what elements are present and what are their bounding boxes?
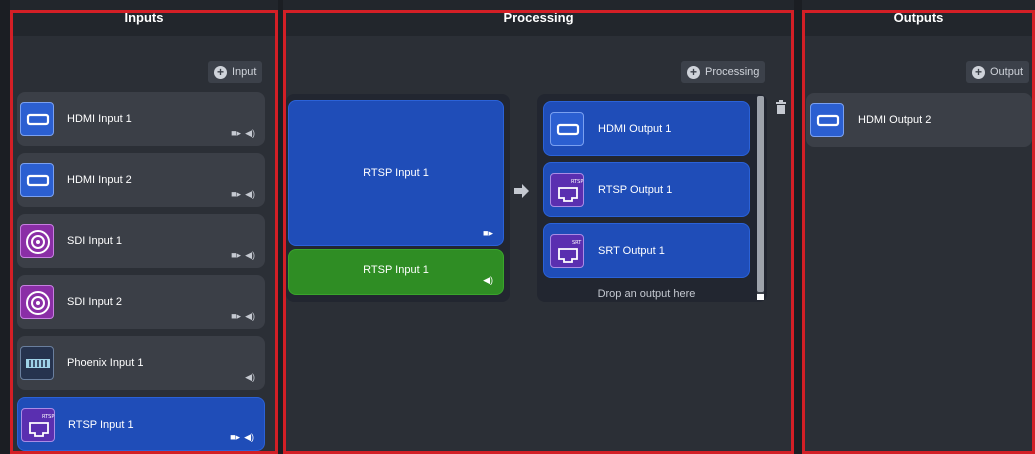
processing-output-rtsp-1[interactable]: RTSP RTSP Output 1 xyxy=(543,162,750,217)
add-output-label: Output xyxy=(990,66,1024,78)
speaker-icon: ◀) xyxy=(244,432,254,442)
av-badges: ■▸ ◀) xyxy=(231,189,255,200)
phoenix-icon xyxy=(20,346,54,380)
input-card-phoenix-1[interactable]: Phoenix Input 1 ◀) xyxy=(17,336,265,390)
drop-output-hint[interactable]: Drop an output here xyxy=(543,288,750,300)
speaker-icon: ◀) xyxy=(245,189,255,199)
input-card-sdi-1[interactable]: SDI Input 1 ■▸ ◀) xyxy=(17,214,265,268)
processing-output-srt-1[interactable]: SRT SRT Output 1 xyxy=(543,223,750,278)
add-input-label: Input xyxy=(232,66,257,78)
hdmi-icon xyxy=(20,163,54,197)
speaker-icon: ◀) xyxy=(245,311,255,321)
video-camera-icon: ■▸ xyxy=(483,228,493,238)
add-processing-button[interactable]: + Processing xyxy=(681,61,766,83)
video-source-label: RTSP Input 1 xyxy=(363,167,429,179)
scrollbar-end xyxy=(757,294,764,300)
plus-icon: + xyxy=(214,65,227,79)
add-output-button[interactable]: + Output xyxy=(966,61,1030,83)
input-label: RTSP Input 1 xyxy=(68,419,134,431)
speaker-icon: ◀) xyxy=(483,275,493,285)
rtsp-tag: RTSP xyxy=(42,414,54,420)
hdmi-icon xyxy=(550,112,584,146)
scrollbar-thumb[interactable] xyxy=(757,96,764,292)
processing-output-hdmi-1[interactable]: HDMI Output 1 xyxy=(543,101,750,156)
trash-icon[interactable] xyxy=(775,100,787,119)
input-label: HDMI Input 1 xyxy=(67,113,132,125)
audio-source-card[interactable]: RTSP Input 1 ◀) xyxy=(288,249,504,295)
hdmi-icon xyxy=(810,103,844,137)
av-badges: ■▸ ◀) xyxy=(230,432,254,443)
output-label: SRT Output 1 xyxy=(598,245,665,257)
srt-icon: SRT xyxy=(550,234,584,268)
speaker-icon: ◀) xyxy=(245,128,255,138)
video-camera-icon: ■▸ xyxy=(231,250,242,260)
input-label: Phoenix Input 1 xyxy=(67,357,144,369)
outputs-title: Outputs xyxy=(802,0,1035,36)
input-label: SDI Input 2 xyxy=(67,296,123,308)
av-badges: ■▸ ◀) xyxy=(231,250,255,261)
output-label: HDMI Output 1 xyxy=(598,123,672,135)
input-card-hdmi-2[interactable]: HDMI Input 2 ■▸ ◀) xyxy=(17,153,265,207)
video-camera-icon: ■▸ xyxy=(231,128,242,138)
input-card-rtsp-1[interactable]: RTSP RTSP Input 1 ■▸ ◀) xyxy=(17,397,265,451)
plus-icon: + xyxy=(687,65,700,79)
output-label: HDMI Output 2 xyxy=(858,114,932,126)
inputs-title: Inputs xyxy=(10,0,278,36)
av-badges: ■▸ ◀) xyxy=(231,311,255,322)
video-camera-icon: ■▸ xyxy=(231,189,242,199)
arrow-right-icon xyxy=(513,184,529,203)
video-camera-icon: ■▸ xyxy=(230,432,241,442)
speaker-icon: ◀) xyxy=(245,372,255,382)
input-label: HDMI Input 2 xyxy=(67,174,132,186)
video-source-card[interactable]: RTSP Input 1 ■▸ xyxy=(288,100,504,246)
add-processing-label: Processing xyxy=(705,66,760,78)
rtsp-tag: RTSP xyxy=(571,179,583,185)
sdi-icon xyxy=(20,285,54,319)
av-badges: ■▸ ◀) xyxy=(231,128,255,139)
input-card-hdmi-1[interactable]: HDMI Input 1 ■▸ ◀) xyxy=(17,92,265,146)
video-camera-icon: ■▸ xyxy=(231,311,242,321)
speaker-icon: ◀) xyxy=(245,250,255,260)
outputs-column: Outputs + Output xyxy=(802,0,1035,454)
rtsp-icon: RTSP xyxy=(550,173,584,207)
sdi-icon xyxy=(20,224,54,258)
hdmi-icon xyxy=(20,102,54,136)
add-input-button[interactable]: + Input xyxy=(208,61,263,83)
audio-source-label: RTSP Input 1 xyxy=(363,264,429,276)
rtsp-icon: RTSP xyxy=(21,408,55,442)
output-label: RTSP Output 1 xyxy=(598,184,673,196)
input-label: SDI Input 1 xyxy=(67,235,123,247)
processing-title: Processing xyxy=(283,0,794,36)
plus-icon: + xyxy=(972,65,985,79)
output-card-hdmi-2[interactable]: HDMI Output 2 xyxy=(806,93,1032,147)
input-card-sdi-2[interactable]: SDI Input 2 ■▸ ◀) xyxy=(17,275,265,329)
srt-tag: SRT xyxy=(572,240,582,246)
processing-outputs-scrollbar[interactable] xyxy=(757,96,764,300)
av-badges: ◀) xyxy=(245,372,255,383)
